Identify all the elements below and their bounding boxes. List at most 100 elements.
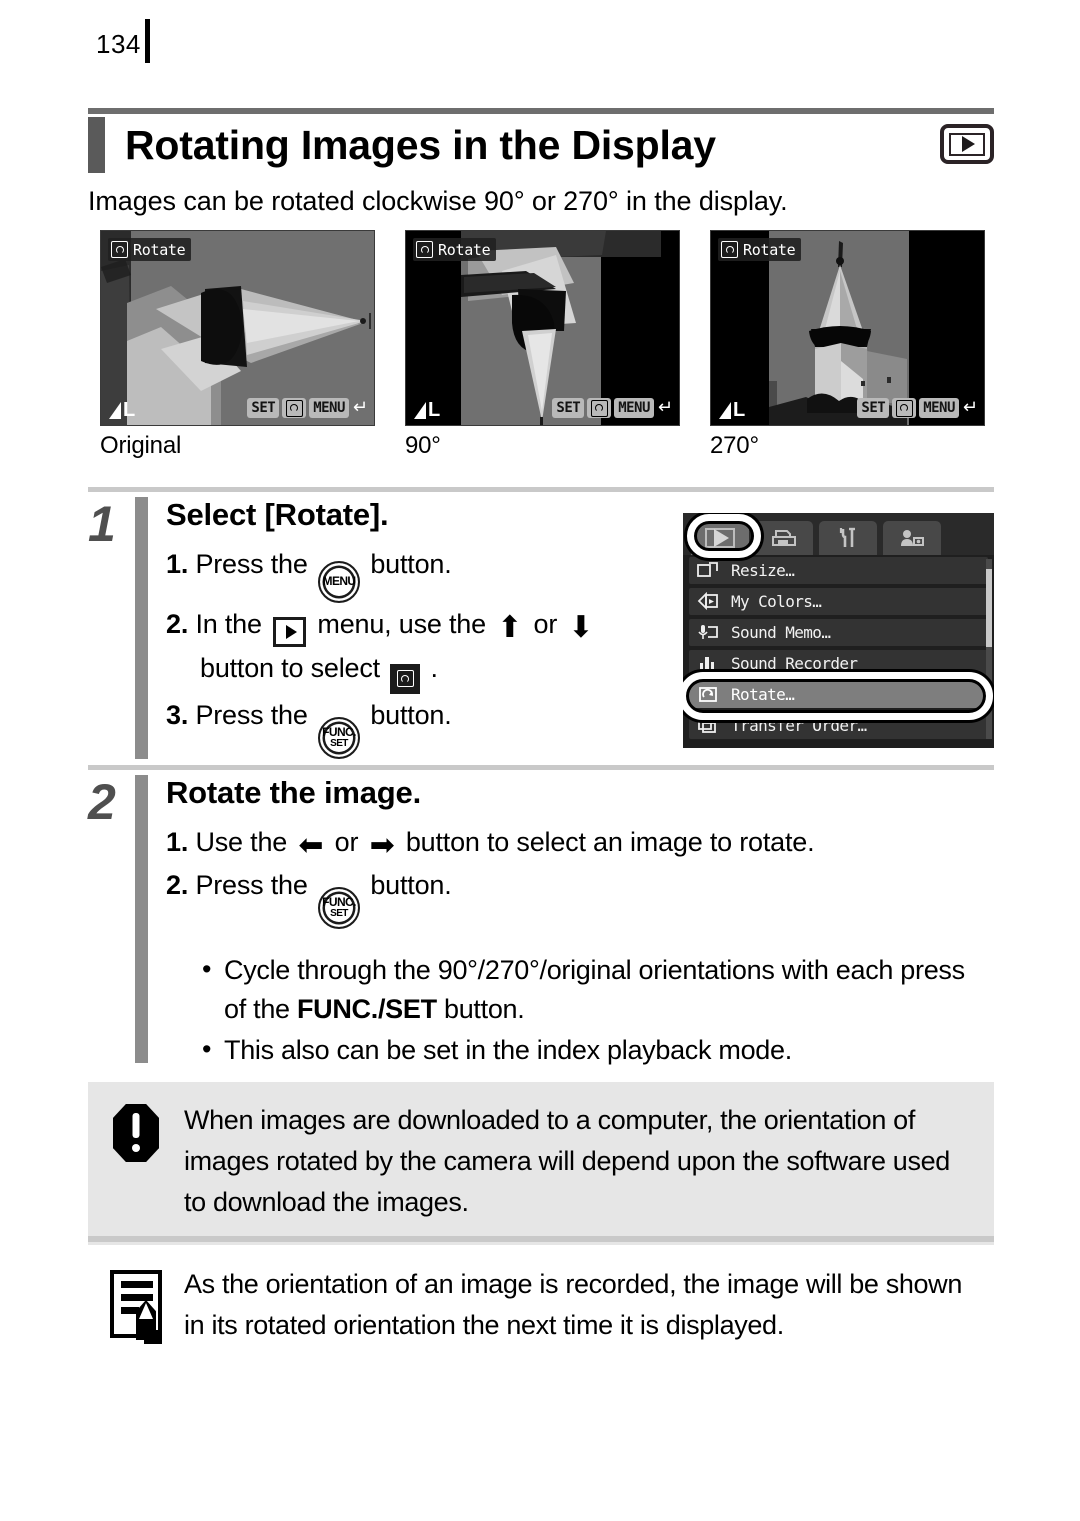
playback-icon-frame: [949, 132, 985, 156]
menu-item-label: Sound Memo…: [731, 623, 831, 642]
sound-memo-icon: [697, 623, 719, 642]
menu-item-label: Resize…: [731, 561, 795, 580]
menu-scrollbar-thumb[interactable]: [986, 569, 992, 647]
note-box: As the orientation of an image is record…: [88, 1248, 994, 1346]
step-1-number: 1: [88, 496, 116, 552]
osd-control-bar: SET MENU ↵: [857, 397, 978, 419]
osd-rotate-badge: Rotate: [108, 238, 192, 261]
osd-menu-chip: MENU: [614, 398, 654, 418]
page-title: Rotating Images in the Display: [125, 121, 716, 168]
step-1-line-4-text-a: Press the: [195, 699, 308, 730]
step-2-line-1-text-a: Use the: [195, 827, 288, 857]
lcd-screen: Rotate L SET MENU ↵: [405, 230, 680, 426]
rotate-icon: [390, 663, 421, 694]
lcd-screen: Rotate L SET MENU ↵: [100, 230, 375, 426]
playback-icon: [273, 616, 307, 647]
osd-menu-chip: MENU: [309, 398, 349, 418]
menu-item-label: My Colors…: [731, 592, 822, 611]
step-2-line-1-text-b: button to select an image to rotate.: [405, 827, 815, 857]
example-screenshots: Rotate L SET MENU ↵ Original Rotate L SE…: [100, 230, 990, 460]
resize-icon: [697, 561, 719, 580]
playback-icon-triangle: [962, 136, 975, 152]
step-2-line-1-or: or: [334, 827, 359, 857]
intro-text: Images can be rotated clockwise 90° or 2…: [88, 186, 788, 216]
printer-icon: [772, 530, 796, 546]
osd-set-chip: SET: [247, 398, 280, 418]
sound-recorder-icon: [697, 654, 719, 673]
bullet-1-strong: FUNC./SET: [296, 994, 437, 1024]
my-camera-icon: [901, 530, 924, 546]
step-2-line-2-number: 2.: [166, 870, 189, 900]
page-number-rule: [144, 19, 150, 63]
memo-line-2: [121, 1294, 153, 1301]
memo-line-1: [121, 1281, 153, 1288]
menu-button-label: MENU: [322, 574, 357, 588]
osd-set-chip: SET: [552, 398, 585, 418]
step-1-line-1-text-a: Press the: [195, 549, 308, 579]
func-label: FUNC.: [322, 724, 356, 739]
func-set-button-icon: FUNC. SET: [318, 716, 361, 759]
menu-button-icon: MENU: [318, 560, 361, 603]
page-title-row: Rotating Images in the Display: [88, 114, 994, 176]
step-1-line-2-text-b: menu, use the: [317, 608, 486, 639]
lcd-screen: Rotate L SET MENU ↵: [710, 230, 985, 426]
quality-wedge-icon: [109, 402, 121, 419]
func-set-button-label: FUNC. SET: [322, 724, 356, 749]
playback-mode-badge: [940, 124, 994, 164]
menu-scrollbar[interactable]: [986, 559, 992, 739]
func-set-button-label: FUNC. SET: [322, 896, 356, 919]
osd-rotate-chip: [282, 398, 307, 418]
bullet-1-line-2-b: button.: [443, 994, 525, 1024]
step-2-line-2-text-b: button.: [370, 870, 452, 900]
quality-wedge-icon: [719, 402, 731, 419]
quality-wedge-icon: [414, 402, 426, 419]
step-1-top-rule: [88, 487, 994, 492]
example-caption: 270°: [710, 432, 759, 459]
return-arrow-icon: ↵: [962, 397, 978, 418]
quality-size-label: L: [123, 399, 136, 421]
step-1-line-3-text-b: .: [430, 652, 439, 683]
camera-menu-screenshot: Resize… My Colors… Sound Memo… Sound Rec…: [683, 513, 994, 748]
example-original: Rotate L SET MENU ↵ Original: [100, 230, 375, 459]
step-1-line-3-text-a: button to select: [200, 652, 380, 683]
note-top-rule: [88, 1236, 994, 1242]
my-colors-icon: [697, 591, 719, 611]
menu-item-label: Sound Recorder: [731, 654, 858, 673]
osd-menu-chip: MENU: [919, 398, 959, 418]
osd-rotate-label: Rotate: [743, 240, 796, 259]
step-2-heading: Rotate the image.: [166, 775, 421, 810]
osd-rotate-label: Rotate: [438, 240, 491, 259]
tools-icon: [839, 527, 855, 547]
menu-item-resize[interactable]: Resize…: [689, 557, 988, 584]
menu-item-my-colors[interactable]: My Colors…: [689, 588, 988, 615]
page-number: 134: [96, 19, 150, 66]
caution-icon-wrap: [88, 1100, 184, 1223]
right-arrow-icon: ➡: [369, 828, 395, 863]
my-camera-tab[interactable]: [883, 521, 941, 555]
step-1-accent-bar: [135, 497, 148, 759]
playback-icon-triangle: [285, 624, 297, 639]
step-1-line-2-or: or: [533, 608, 558, 639]
down-arrow-icon: ⬇: [568, 609, 594, 645]
return-arrow-icon: ↵: [352, 397, 368, 418]
step-2-line-2: 2. Press the FUNC. SET button.: [166, 864, 994, 929]
step-1-line-4-text-b: button.: [370, 699, 452, 730]
note-text: As the orientation of an image is record…: [184, 1269, 962, 1340]
example-90: Rotate L SET MENU ↵ 90°: [405, 230, 680, 459]
menu-item-sound-memo[interactable]: Sound Memo…: [689, 619, 988, 646]
settings-tab[interactable]: [819, 521, 877, 555]
step-2-bullets: Cycle through the 90°/270°/original orie…: [200, 950, 994, 1070]
set-label: SET: [330, 908, 348, 919]
quality-size-label: L: [428, 399, 441, 421]
step-1-line-2-text-a: In the: [195, 608, 262, 639]
bullet-1-line-2-a: of the: [224, 994, 290, 1024]
func-set-button-icon: FUNC. SET: [318, 887, 361, 929]
memo-pencil-icon: [110, 1270, 162, 1344]
return-arrow-icon: ↵: [657, 397, 673, 418]
print-tab[interactable]: [755, 521, 813, 555]
step-1-line-1-text-b: button.: [370, 549, 452, 579]
step-2-number: 2: [88, 774, 116, 830]
note-icon-wrap: [88, 1264, 184, 1346]
rotate-icon: [416, 241, 433, 258]
rotate-icon: [895, 399, 913, 417]
